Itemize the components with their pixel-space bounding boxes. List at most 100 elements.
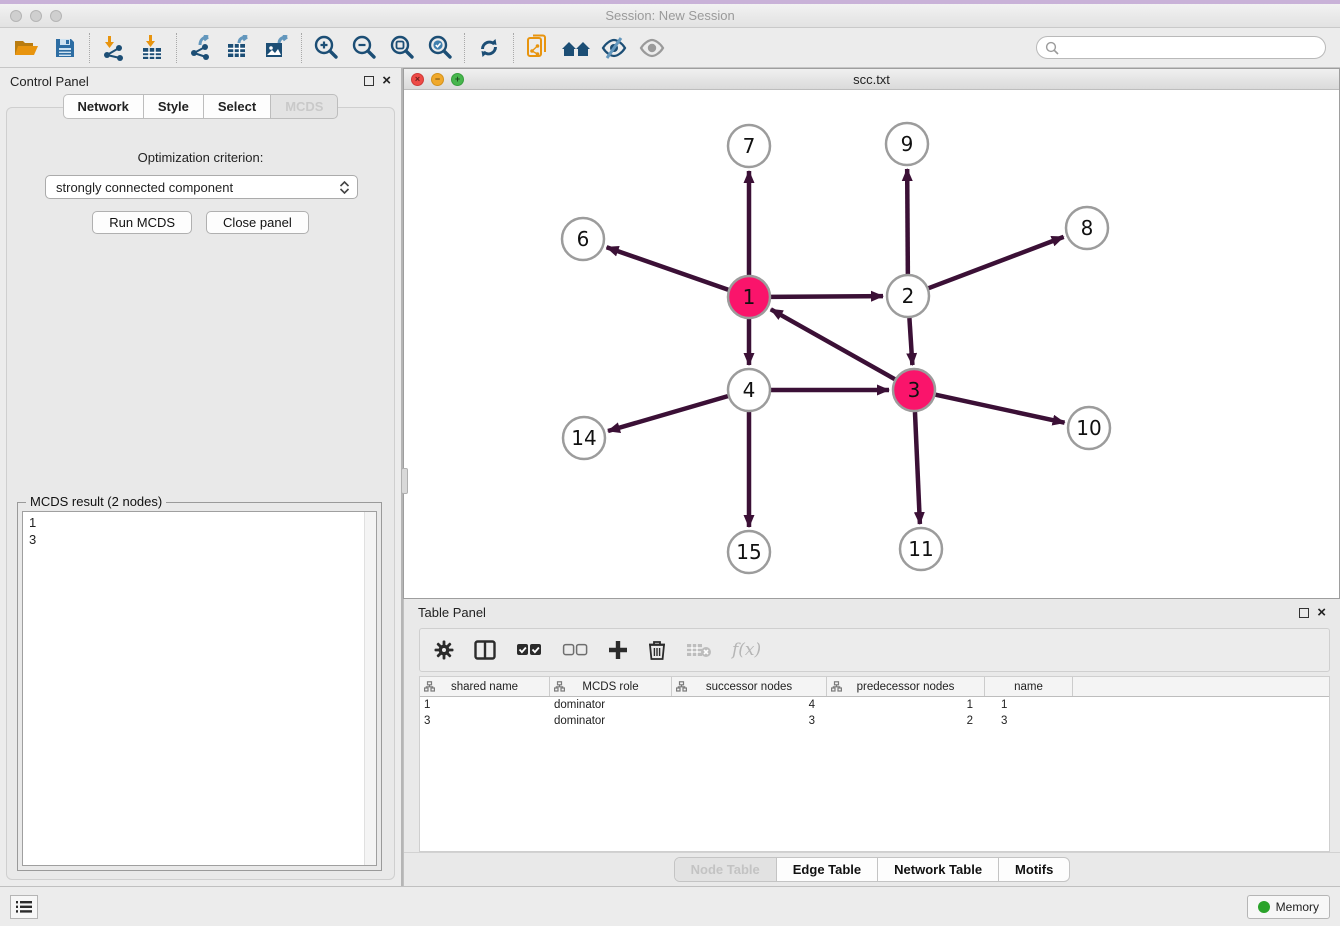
tab-select[interactable]: Select xyxy=(203,94,270,119)
open-file-icon[interactable] xyxy=(8,31,46,65)
graph-node-8[interactable]: 8 xyxy=(1066,207,1108,249)
cell-successor-nodes[interactable]: 3 xyxy=(672,715,827,727)
cell-predecessor-nodes[interactable]: 2 xyxy=(827,715,985,727)
float-table-panel-icon[interactable] xyxy=(1299,608,1309,618)
graph-node-10[interactable]: 10 xyxy=(1068,407,1110,449)
graph-node-15[interactable]: 15 xyxy=(728,531,770,573)
refresh-icon[interactable] xyxy=(470,31,508,65)
cell-shared-name[interactable]: 1 xyxy=(420,699,550,711)
zoom-in-icon[interactable] xyxy=(307,31,345,65)
cell-name[interactable]: 3 xyxy=(985,715,1073,727)
result-line: 3 xyxy=(29,531,370,548)
show-all-icon[interactable] xyxy=(633,31,671,65)
graph-node-7[interactable]: 7 xyxy=(728,125,770,167)
graph-node-9[interactable]: 9 xyxy=(886,123,928,165)
cell-shared-name[interactable]: 3 xyxy=(420,715,550,727)
graph-node-14[interactable]: 14 xyxy=(563,417,605,459)
delete-column-icon[interactable] xyxy=(648,640,666,660)
table-tab-strip: Node TableEdge TableNetwork TableMotifs xyxy=(404,852,1340,886)
tab-edge-table[interactable]: Edge Table xyxy=(777,858,878,881)
zoom-fit-icon[interactable] xyxy=(383,31,421,65)
zoom-selected-icon[interactable] xyxy=(421,31,459,65)
toolbar-separator xyxy=(176,33,177,63)
tab-style[interactable]: Style xyxy=(143,94,203,119)
column-header-shared-name[interactable]: shared name xyxy=(420,677,550,696)
cell-name[interactable]: 1 xyxy=(985,699,1073,711)
edge-1-2[interactable] xyxy=(771,296,883,297)
edge-2-8[interactable] xyxy=(929,237,1064,288)
graph-node-3[interactable]: 3 xyxy=(893,369,935,411)
gear-icon[interactable] xyxy=(434,640,454,660)
network-title: scc.txt xyxy=(404,72,1339,87)
search-field[interactable] xyxy=(1036,36,1326,59)
column-header-MCDS-role[interactable]: MCDS role xyxy=(550,677,672,696)
close-panel-button[interactable]: Close panel xyxy=(206,211,309,234)
cell-successor-nodes[interactable]: 4 xyxy=(672,699,827,711)
cell-MCDS-role[interactable]: dominator xyxy=(550,715,672,727)
task-history-button[interactable] xyxy=(10,895,38,919)
table-panel-header: Table Panel × xyxy=(404,599,1340,626)
cell-MCDS-role[interactable]: dominator xyxy=(550,699,672,711)
cell-predecessor-nodes[interactable]: 1 xyxy=(827,699,985,711)
criterion-dropdown[interactable]: strongly connected component xyxy=(45,175,358,199)
graph-node-1[interactable]: 1 xyxy=(728,276,770,318)
table-row[interactable]: 1dominator411 xyxy=(420,697,1329,713)
table-panel: Table Panel × xyxy=(403,599,1340,886)
graph-node-2[interactable]: 2 xyxy=(887,275,929,317)
column-header-successor-nodes[interactable]: successor nodes xyxy=(672,677,827,696)
edge-3-11[interactable] xyxy=(915,412,920,524)
import-table-icon[interactable] xyxy=(133,31,171,65)
close-panel-icon[interactable]: × xyxy=(382,76,391,86)
select-all-columns-icon[interactable] xyxy=(516,643,542,657)
table-header-row: shared nameMCDS rolesuccessor nodesprede… xyxy=(420,677,1329,697)
zoom-out-icon[interactable] xyxy=(345,31,383,65)
mcds-result-list[interactable]: 13 xyxy=(22,511,377,866)
import-network-icon[interactable] xyxy=(95,31,133,65)
hide-selected-icon[interactable] xyxy=(595,31,633,65)
clone-network-icon[interactable] xyxy=(519,31,557,65)
graph-node-11[interactable]: 11 xyxy=(900,528,942,570)
export-image-icon[interactable] xyxy=(258,31,296,65)
result-scrollbar[interactable] xyxy=(364,512,376,865)
first-neighbors-icon[interactable] xyxy=(557,31,595,65)
graph-node-6[interactable]: 6 xyxy=(562,218,604,260)
column-layout-icon[interactable] xyxy=(474,640,496,660)
svg-text:2: 2 xyxy=(902,284,915,308)
unselect-all-columns-icon[interactable] xyxy=(562,643,588,657)
tab-motifs[interactable]: Motifs xyxy=(999,858,1069,881)
table-row[interactable]: 3dominator323 xyxy=(420,713,1329,729)
function-builder-icon[interactable]: f(x) xyxy=(732,640,761,660)
tab-network[interactable]: Network xyxy=(63,94,143,119)
column-header-name[interactable]: name xyxy=(985,677,1073,696)
network-graph[interactable]: 1 2 3 4 6 7 8 9 10 11 14 15 xyxy=(404,90,1337,593)
toolbar-separator xyxy=(89,33,90,63)
svg-text:8: 8 xyxy=(1081,216,1094,240)
export-table-icon[interactable] xyxy=(220,31,258,65)
splitter-handle[interactable] xyxy=(401,468,408,494)
delete-table-icon[interactable] xyxy=(686,642,712,658)
tab-mcds[interactable]: MCDS xyxy=(270,94,338,119)
column-header-predecessor-nodes[interactable]: predecessor nodes xyxy=(827,677,985,696)
edge-2-9[interactable] xyxy=(907,169,908,274)
edge-2-3[interactable] xyxy=(909,318,912,365)
network-canvas[interactable]: 1 2 3 4 6 7 8 9 10 11 14 15 xyxy=(404,90,1339,598)
save-session-icon[interactable] xyxy=(46,31,84,65)
close-table-panel-icon[interactable]: × xyxy=(1317,608,1326,618)
mcds-result-group: MCDS result (2 nodes) 13 xyxy=(17,502,382,871)
table-panel-title: Table Panel xyxy=(418,605,486,620)
float-panel-icon[interactable] xyxy=(364,76,374,86)
graph-node-4[interactable]: 4 xyxy=(728,369,770,411)
tab-network-table[interactable]: Network Table xyxy=(878,858,999,881)
memory-button[interactable]: Memory xyxy=(1247,895,1330,919)
run-mcds-button[interactable]: Run MCDS xyxy=(92,211,192,234)
svg-text:4: 4 xyxy=(743,378,756,402)
add-column-icon[interactable] xyxy=(608,640,628,660)
edge-3-10[interactable] xyxy=(935,395,1064,423)
edge-1-6[interactable] xyxy=(607,247,729,289)
edge-4-14[interactable] xyxy=(608,396,728,431)
tab-node-table[interactable]: Node Table xyxy=(675,858,777,881)
edge-3-1[interactable] xyxy=(771,309,895,379)
search-input[interactable] xyxy=(1064,41,1317,55)
svg-text:6: 6 xyxy=(577,227,590,251)
export-network-icon[interactable] xyxy=(182,31,220,65)
